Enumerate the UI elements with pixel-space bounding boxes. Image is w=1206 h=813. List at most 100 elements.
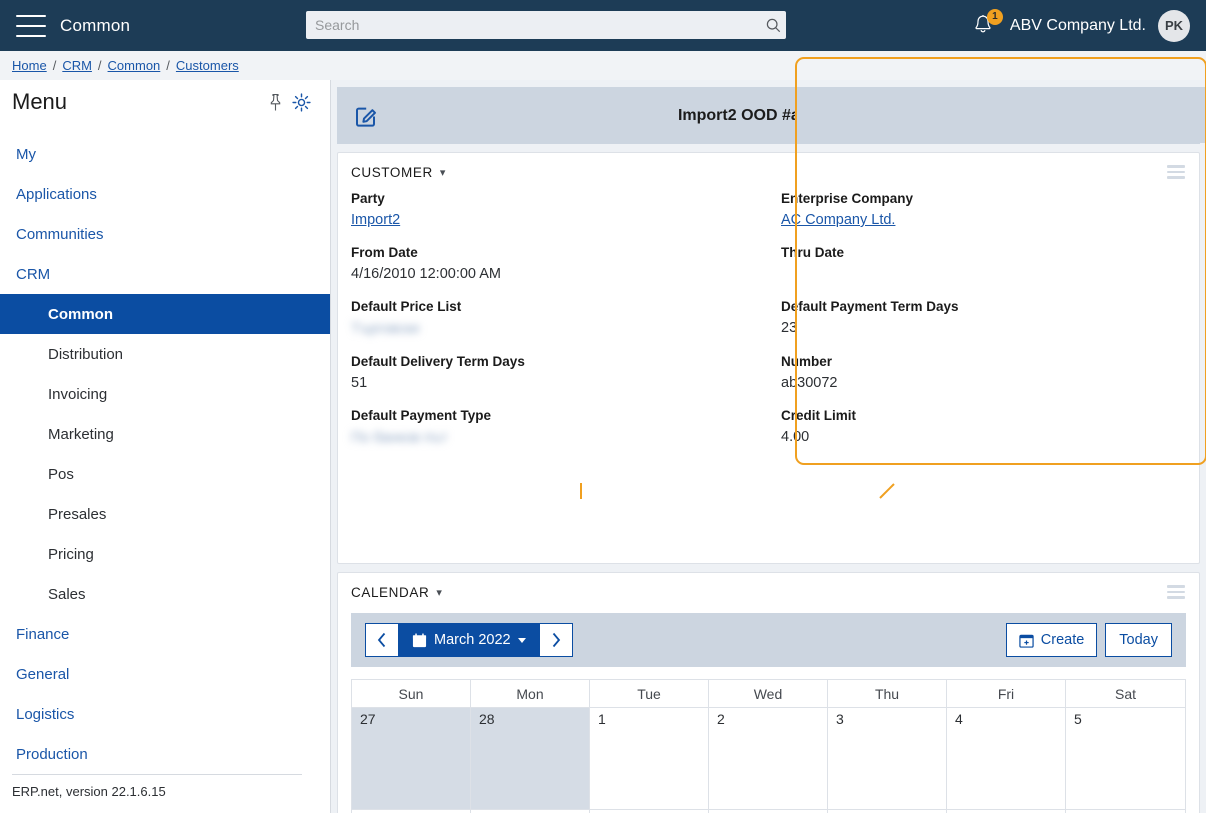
search-input[interactable]	[306, 17, 760, 33]
sidebar-item-communities[interactable]: Communities	[0, 214, 330, 254]
field-value: 51	[351, 375, 368, 391]
field-party: Party Import2	[351, 191, 781, 231]
drag-handle-icon[interactable]	[1167, 585, 1185, 599]
weekday-thu: Thu	[828, 680, 947, 708]
weekday-sun: Sun	[352, 680, 471, 708]
sidebar-menu-list: My Applications Communities CRM Common D…	[0, 134, 330, 774]
sidebar-item-marketing[interactable]: Marketing	[0, 414, 330, 454]
breadcrumb-separator: /	[97, 58, 102, 73]
calendar-day-cell[interactable]: 1	[590, 708, 709, 810]
notifications-button[interactable]: 1	[972, 8, 1003, 39]
calendar-next-button[interactable]	[538, 623, 573, 657]
calendar-toolbar: March 2022 Create Today	[351, 613, 1186, 667]
chevron-down-icon[interactable]: ▾	[436, 586, 442, 599]
sidebar-item-sales[interactable]: Sales	[0, 574, 330, 614]
weekday-sat: Sat	[1066, 680, 1185, 708]
breadcrumb-item-home[interactable]: Home	[12, 58, 47, 73]
company-name: ABV Company Ltd.	[1009, 16, 1146, 34]
field-value: 4/16/2010 12:00:00 AM	[351, 266, 501, 282]
party-link[interactable]: Import2	[351, 212, 400, 228]
field-label: Party	[351, 191, 385, 206]
divider	[12, 774, 302, 775]
gear-icon[interactable]	[288, 89, 314, 115]
calendar-day-cell[interactable]: 3	[828, 708, 947, 810]
search-box[interactable]	[306, 11, 786, 39]
sidebar-item-presales[interactable]: Presales	[0, 494, 330, 534]
field-label: Default Payment Type	[351, 408, 492, 423]
sidebar-header: Menu	[0, 80, 330, 124]
calendar-day-cell[interactable]: 28	[471, 708, 590, 810]
weekday-fri: Fri	[947, 680, 1066, 708]
avatar[interactable]: PK	[1158, 9, 1190, 42]
field-thru-date: Thru Date	[781, 245, 1206, 285]
top-bar: Common 1 ABV Company Ltd. PK	[0, 0, 1206, 51]
field-from-date: From Date 4/16/2010 12:00:00 AM	[351, 245, 781, 285]
sidebar-item-pricing[interactable]: Pricing	[0, 534, 330, 574]
calendar-day-cell[interactable]: 27	[352, 708, 471, 810]
sidebar-footer: ERP.net, version 22.1.6.15	[0, 774, 330, 813]
sidebar-item-general[interactable]: General	[0, 654, 330, 694]
sidebar-item-my[interactable]: My	[0, 134, 330, 174]
record-title: Import2 OOD #ab30072	[677, 106, 855, 124]
drag-handle-icon[interactable]	[1167, 165, 1185, 179]
field-number: Number ab30072	[781, 354, 1206, 394]
calendar-day-cell[interactable]: 4	[947, 708, 1066, 810]
sidebar-heading: Menu	[12, 89, 68, 114]
enterprise-company-link[interactable]: AC Company Ltd.	[781, 212, 895, 228]
sidebar-item-distribution[interactable]: Distribution	[0, 334, 330, 374]
star-outline-icon[interactable]	[1137, 103, 1162, 128]
sidebar-item-common[interactable]: Common	[0, 294, 330, 334]
calendar-day-cell[interactable]: 2	[709, 708, 828, 810]
chevron-down-icon[interactable]: ▾	[440, 166, 446, 179]
sidebar-item-finance[interactable]: Finance	[0, 614, 330, 654]
topbar-title: Common	[60, 15, 131, 35]
calendar-month-picker[interactable]: March 2022	[399, 623, 539, 657]
sidebar-item-pos[interactable]: Pos	[0, 454, 330, 494]
calendar-week-row: 27 28 1 2 3 4 5	[352, 708, 1185, 810]
weekday-tue: Tue	[590, 680, 709, 708]
calendar-icon	[412, 633, 427, 647]
field-value	[781, 266, 1206, 285]
breadcrumb-separator: /	[52, 58, 57, 73]
customer-panel: CUSTOMER ▾ Party Import2 Enterprise Comp…	[337, 152, 1200, 564]
edit-pencil-square-icon[interactable]	[337, 103, 395, 129]
calendar-today-button[interactable]: Today	[1105, 623, 1172, 657]
hamburger-icon[interactable]	[16, 14, 46, 37]
chevron-left-icon	[377, 632, 386, 648]
field-credit-limit: Credit Limit 4.00	[781, 408, 1206, 449]
breadcrumb-item-customers[interactable]: Customers	[176, 58, 239, 73]
field-value-redacted: По банков път	[351, 430, 448, 446]
field-value: 4.00	[781, 429, 810, 445]
version-label: ERP.net, version 22.1.6.15	[12, 784, 166, 799]
field-default-price-list: Default Price List Търговски	[351, 299, 781, 340]
calendar-panel: CALENDAR ▾ March 2022 Create Today Sun M…	[337, 572, 1200, 813]
calendar-panel-header: CALENDAR ▾	[338, 573, 1199, 611]
pin-icon[interactable]	[262, 89, 288, 115]
field-label: From Date	[351, 245, 418, 260]
kebab-menu-icon[interactable]	[1176, 104, 1182, 128]
chevron-right-icon	[552, 632, 560, 648]
calendar-plus-icon	[1019, 634, 1034, 648]
sidebar-item-applications[interactable]: Applications	[0, 174, 330, 214]
field-label: Default Payment Term Days	[781, 299, 959, 314]
breadcrumb-item-common[interactable]: Common	[108, 58, 161, 73]
sidebar-item-logistics[interactable]: Logistics	[0, 694, 330, 734]
sidebar-item-production[interactable]: Production	[0, 734, 330, 774]
calendar-today-label: Today	[1119, 632, 1158, 648]
customer-panel-title: CUSTOMER	[351, 164, 433, 180]
calendar-prev-button[interactable]	[365, 623, 399, 657]
calendar-create-button[interactable]: Create	[1005, 623, 1098, 657]
calendar-weekday-row: Sun Mon Tue Wed Thu Fri Sat	[352, 680, 1185, 708]
calendar-month-label: March 2022	[434, 632, 511, 648]
main-content: Import2 OOD #ab30072 CUSTOMER ▾ Party Im…	[331, 80, 1206, 813]
weekday-mon: Mon	[471, 680, 590, 708]
calendar-day-cell[interactable]: 5	[1066, 708, 1185, 810]
field-default-payment-term-days: Default Payment Term Days 23	[781, 299, 1206, 340]
sidebar-item-invoicing[interactable]: Invoicing	[0, 374, 330, 414]
field-label: Default Price List	[351, 299, 462, 314]
search-icon[interactable]	[760, 18, 786, 33]
weekday-wed: Wed	[709, 680, 828, 708]
notification-count-badge: 1	[986, 8, 1003, 25]
breadcrumb-item-crm[interactable]: CRM	[62, 58, 92, 73]
sidebar-item-crm[interactable]: CRM	[0, 254, 330, 294]
